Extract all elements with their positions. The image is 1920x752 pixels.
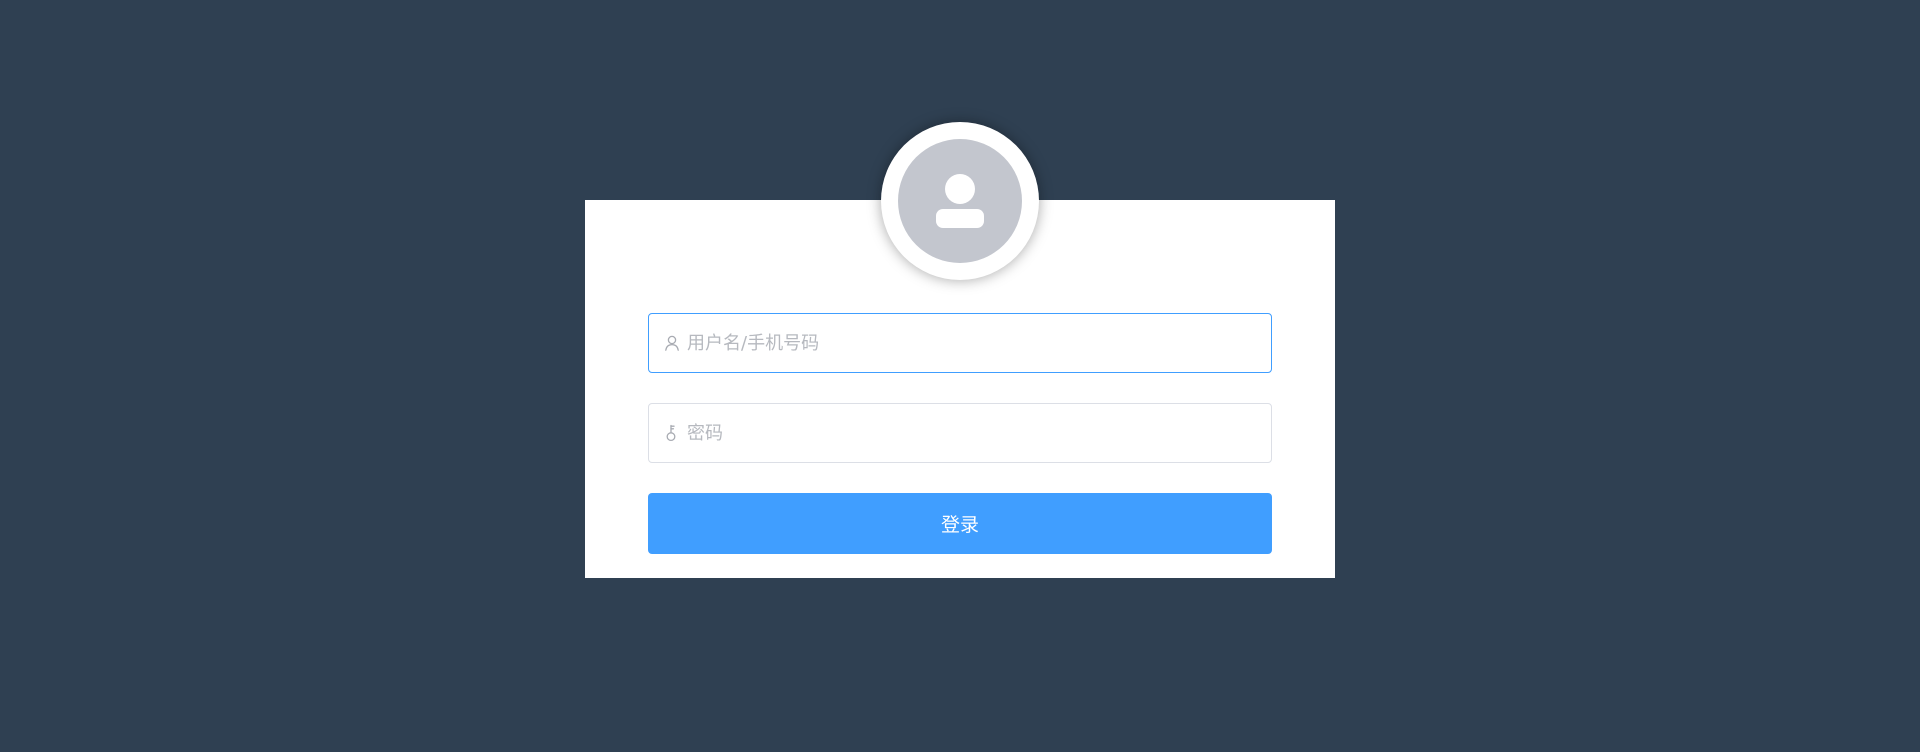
password-field (648, 403, 1272, 463)
password-input[interactable] (687, 404, 1257, 462)
login-button[interactable]: 登录 (648, 493, 1272, 554)
key-icon (663, 424, 681, 442)
user-avatar-icon (898, 139, 1022, 263)
username-input[interactable] (687, 314, 1257, 372)
avatar-frame (881, 122, 1039, 280)
user-icon (663, 334, 681, 352)
username-field (648, 313, 1272, 373)
